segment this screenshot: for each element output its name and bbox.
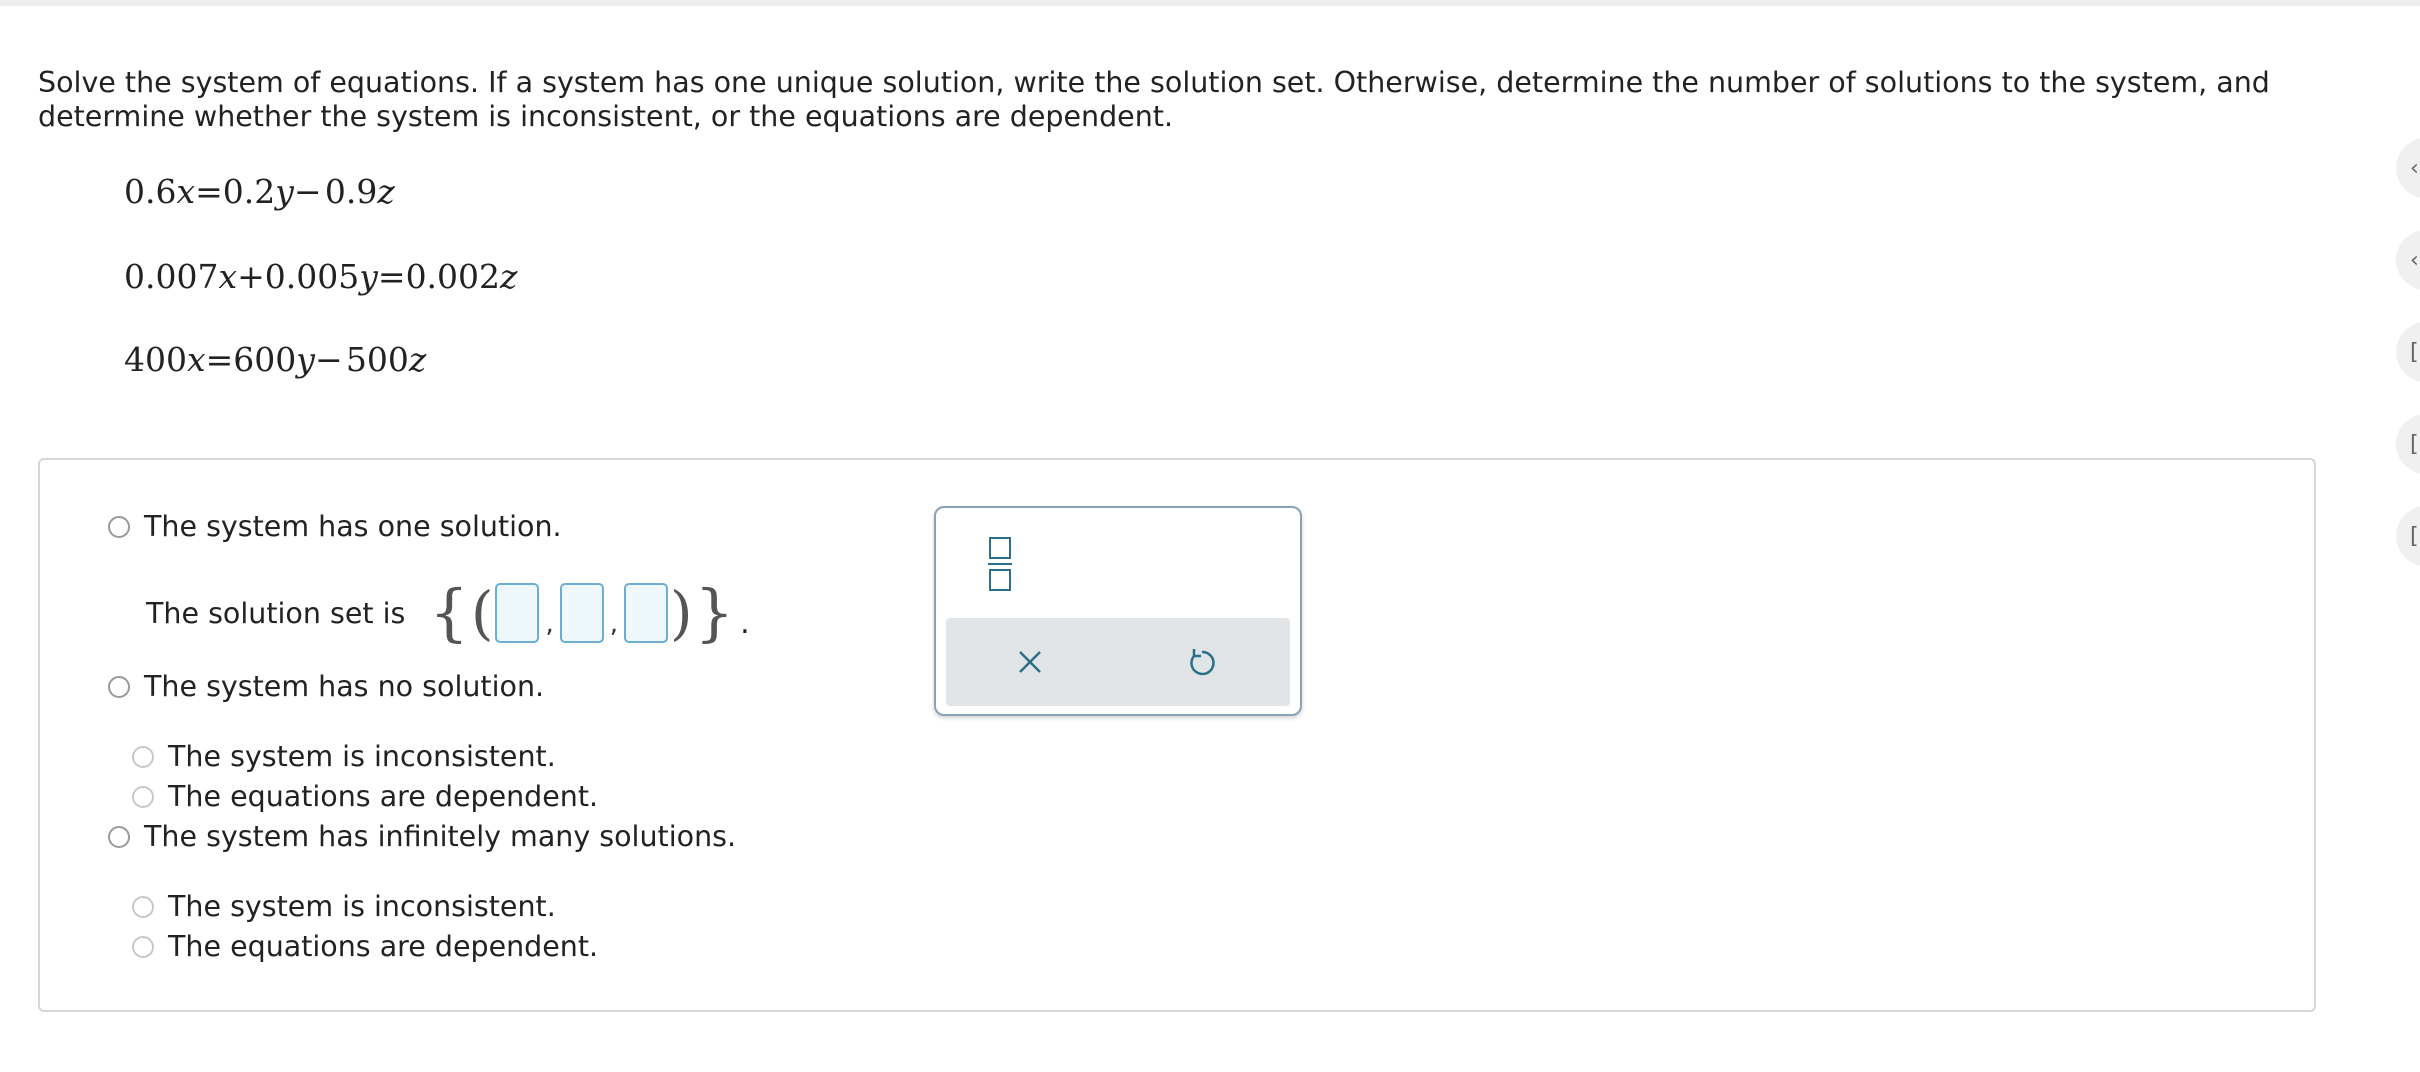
option-no-solution-inconsistent-label: The system is inconsistent. xyxy=(168,740,556,773)
close-brace: } xyxy=(694,576,735,649)
side-tool-2-icon: ‹ xyxy=(2410,248,2419,273)
math-palette xyxy=(934,506,1302,716)
answer-blank-x[interactable] xyxy=(495,583,540,643)
period: . xyxy=(740,605,750,641)
option-no-solution-label: The system has no solution. xyxy=(144,670,545,703)
radio-infinite-inconsistent[interactable] xyxy=(132,895,154,918)
equation-3: 400x=600y− 500z xyxy=(124,340,427,379)
option-infinite-inconsistent[interactable]: The system is inconsistent. xyxy=(132,890,556,923)
side-tool-2[interactable]: ‹ xyxy=(2396,230,2420,290)
option-one-solution[interactable]: The system has one solution. xyxy=(108,510,562,543)
radio-infinite-dependent[interactable] xyxy=(132,935,154,958)
equation-1: 0.6x=0.2y− 0.9z xyxy=(124,172,395,211)
option-no-solution[interactable]: The system has no solution. xyxy=(108,670,544,703)
equation-2: 0.007x+0.005y=0.002z xyxy=(124,257,518,296)
option-infinite-solutions[interactable]: The system has infinitely many solutions… xyxy=(108,820,736,853)
option-infinite-solutions-label: The system has infinitely many solutions… xyxy=(144,820,737,853)
side-tool-5[interactable]: [ xyxy=(2396,506,2420,566)
side-tool-1[interactable]: ‹ xyxy=(2396,138,2420,198)
option-one-solution-label: The system has one solution. xyxy=(144,510,562,543)
comma-1: , xyxy=(545,609,554,639)
option-no-solution-dependent[interactable]: The equations are dependent. xyxy=(132,780,598,813)
radio-no-solution-inconsistent[interactable] xyxy=(132,745,154,768)
option-infinite-inconsistent-label: The system is inconsistent. xyxy=(168,890,556,923)
clear-button[interactable] xyxy=(1008,640,1052,684)
side-tool-5-icon: [ xyxy=(2410,524,2419,549)
option-no-solution-inconsistent[interactable]: The system is inconsistent. xyxy=(132,740,556,773)
open-brace: { xyxy=(429,576,469,649)
undo-button[interactable] xyxy=(1180,640,1224,684)
radio-no-solution[interactable] xyxy=(108,675,130,698)
answer-blank-y[interactable] xyxy=(559,583,604,643)
undo-icon xyxy=(1190,649,1215,676)
top-bar xyxy=(0,0,2420,6)
radio-one-solution[interactable] xyxy=(108,515,130,538)
side-tool-4-icon: [ xyxy=(2410,432,2419,457)
side-tool-3-icon: [ xyxy=(2410,340,2419,365)
close-icon xyxy=(1019,651,1041,673)
side-tool-4[interactable]: [ xyxy=(2396,414,2420,474)
comma-2: , xyxy=(609,609,618,639)
palette-toolbar xyxy=(946,618,1290,706)
radio-infinite-solutions[interactable] xyxy=(108,825,130,848)
option-infinite-dependent[interactable]: The equations are dependent. xyxy=(132,930,598,963)
side-tool-1-icon: ‹ xyxy=(2410,156,2419,181)
fraction-icon[interactable] xyxy=(988,536,1012,592)
answer-blank-z[interactable] xyxy=(624,583,668,643)
open-paren: ( xyxy=(470,579,494,647)
radio-no-solution-dependent[interactable] xyxy=(132,785,154,808)
option-infinite-dependent-label: The equations are dependent. xyxy=(168,930,599,963)
close-paren: ) xyxy=(670,579,693,647)
solution-set-label: The solution set is xyxy=(146,596,406,630)
side-tool-3[interactable]: [ xyxy=(2396,322,2420,382)
question-prompt: Solve the system of equations. If a syst… xyxy=(38,66,2270,133)
solution-set-row: The solution set is { ( , , ) } . xyxy=(146,582,750,644)
option-no-solution-dependent-label: The equations are dependent. xyxy=(168,780,599,813)
